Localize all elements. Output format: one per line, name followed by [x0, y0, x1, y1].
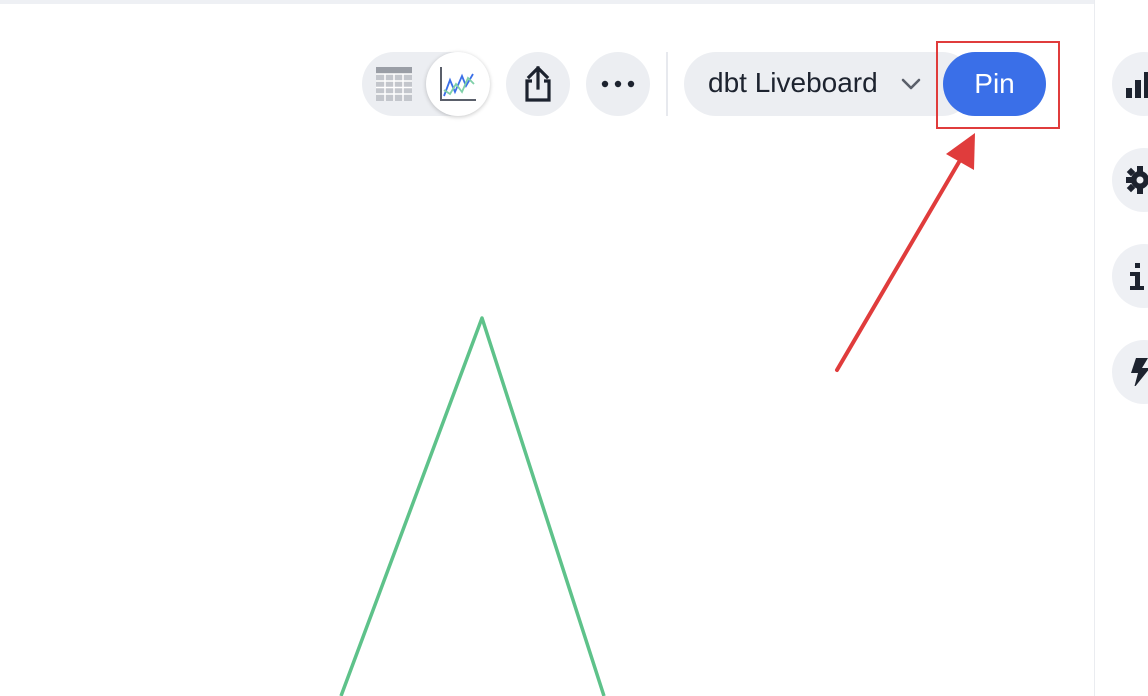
liveboard-select-value: dbt Liveboard — [708, 67, 878, 98]
rail-button-info[interactable] — [1112, 244, 1148, 308]
share-upload-icon — [525, 66, 551, 102]
ellipsis-icon — [601, 80, 635, 88]
rail-button-chart-config[interactable] — [1112, 52, 1148, 116]
chart-view-button[interactable] — [426, 52, 490, 116]
share-button[interactable] — [506, 52, 570, 116]
line-chart-icon — [440, 67, 476, 101]
info-icon — [1130, 263, 1144, 290]
gear-icon — [1126, 166, 1148, 194]
right-rail — [1094, 0, 1148, 696]
more-options-button[interactable] — [586, 52, 650, 116]
rail-button-insights[interactable] — [1112, 340, 1148, 404]
highlight-box — [936, 41, 1060, 129]
table-grid-icon — [376, 67, 412, 101]
lightning-icon — [1131, 358, 1148, 386]
chart-series-line — [339, 316, 606, 696]
rail-button-settings[interactable] — [1112, 148, 1148, 212]
bar-chart-icon — [1126, 72, 1148, 98]
table-view-button[interactable] — [362, 52, 426, 116]
toolbar-divider — [666, 52, 668, 116]
chevron-down-icon — [901, 78, 921, 90]
view-toggle — [362, 52, 490, 116]
liveboard-select[interactable]: dbt Liveboard — [684, 52, 974, 116]
